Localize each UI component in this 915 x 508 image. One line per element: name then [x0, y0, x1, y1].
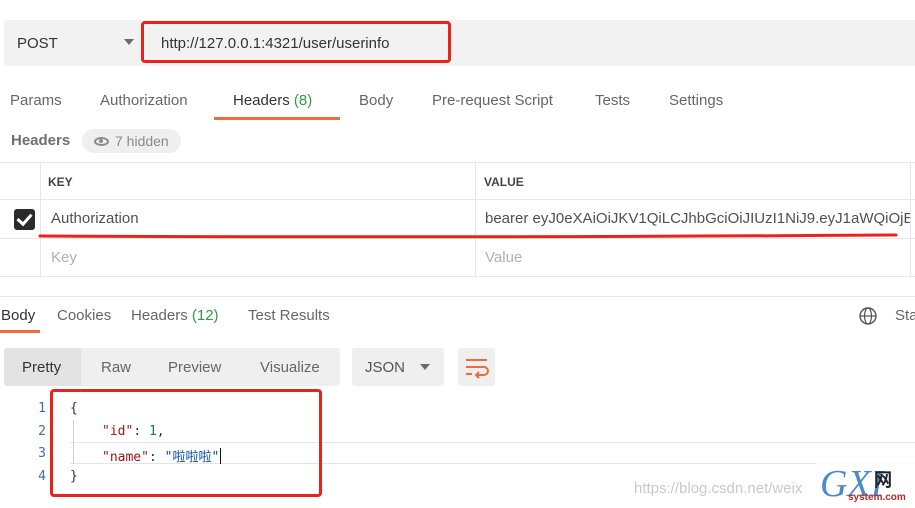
method-select[interactable]: POST — [4, 20, 144, 66]
response-tab-test-results[interactable]: Test Results — [248, 307, 330, 324]
tab-label: Headers — [131, 307, 188, 324]
hidden-headers-toggle[interactable]: 7 hidden — [82, 129, 181, 153]
tab-count: (12) — [191, 307, 219, 324]
code-line: "id": 1, — [102, 424, 165, 439]
site-logo: GXI 网 system.com — [816, 462, 915, 508]
logo-net: 网 — [874, 470, 892, 490]
new-key-field[interactable]: Key — [51, 249, 77, 266]
wrap-lines-button[interactable] — [458, 348, 495, 386]
tab-label: Headers — [233, 92, 290, 109]
header-value-cell[interactable]: bearer eyJ0eXAiOiJKV1QiLCJhbGciOiJIUzI1N… — [485, 210, 910, 227]
response-tab-headers[interactable]: Headers (12) — [131, 307, 219, 324]
value-column-header: VALUE — [484, 175, 524, 189]
code-line: "name": "啦啦啦" — [102, 446, 222, 465]
logo-sub: system.com — [848, 492, 906, 503]
language-label: JSON — [365, 358, 406, 376]
tab-authorization[interactable]: Authorization — [100, 92, 188, 109]
url-text: http://127.0.0.1:4321/user/userinfo — [161, 34, 390, 52]
tab-label: Settings — [669, 92, 724, 109]
hidden-count-label: 7 hidden — [115, 133, 169, 149]
raw-button[interactable]: Raw — [101, 348, 131, 386]
tab-tests[interactable]: Tests — [595, 92, 630, 109]
column-divider — [475, 163, 476, 277]
json-comma: , — [156, 424, 165, 439]
column-divider — [40, 163, 41, 277]
preview-button[interactable]: Preview — [168, 348, 221, 386]
table-row: Authorization bearer eyJ0eXAiOiJKV1QiLCJ… — [0, 200, 915, 239]
header-key-cell[interactable]: Authorization — [51, 210, 139, 227]
line-number: 3 — [38, 446, 46, 461]
table-header-row: KEY VALUE — [0, 163, 915, 200]
brace: { — [70, 401, 78, 416]
json-string: "啦啦啦" — [164, 450, 220, 465]
tab-pre-request-script[interactable]: Pre-request Script — [432, 92, 553, 109]
chevron-down-icon — [420, 364, 430, 370]
response-tab-body[interactable]: Body — [1, 307, 35, 324]
tab-count: (8) — [293, 92, 313, 109]
tab-label: Tests — [595, 92, 631, 109]
headers-section-title: Headers — [11, 132, 71, 149]
format-mode-group: Pretty Raw Preview Visualize — [4, 348, 340, 386]
active-response-tab-indicator — [0, 330, 40, 333]
code-line: { — [70, 401, 78, 416]
response-tab-cookies[interactable]: Cookies — [57, 307, 111, 324]
wrap-lines-icon — [466, 359, 489, 379]
chevron-down-icon — [124, 39, 134, 45]
tab-label: Cookies — [57, 307, 112, 324]
column-divider — [910, 163, 911, 277]
tab-settings[interactable]: Settings — [669, 92, 723, 109]
tab-body[interactable]: Body — [359, 92, 393, 109]
tab-label: Body — [1, 307, 36, 324]
key-column-header: KEY — [48, 175, 73, 189]
code-line: } — [70, 469, 78, 484]
line-number: 1 — [38, 401, 46, 416]
json-separator: : — [133, 424, 149, 439]
globe-icon[interactable] — [858, 306, 878, 326]
json-key: "name" — [102, 450, 149, 465]
tab-label: Test Results — [248, 307, 330, 324]
indent-guide — [73, 420, 74, 464]
tab-label: Authorization — [100, 92, 188, 109]
method-label: POST — [17, 34, 58, 52]
eye-icon — [94, 136, 109, 146]
text-cursor — [220, 448, 222, 464]
pretty-button[interactable]: Pretty — [4, 348, 81, 386]
table-row-new: Key Value — [0, 239, 915, 277]
tab-params[interactable]: Params — [10, 92, 62, 109]
url-input[interactable]: http://127.0.0.1:4321/user/userinfo — [145, 20, 915, 66]
brace: } — [70, 469, 78, 484]
new-value-field[interactable]: Value — [485, 249, 522, 266]
watermark-text: https://blog.csdn.net/weix — [634, 480, 803, 497]
active-tab-indicator — [214, 117, 340, 120]
tab-label: Pre-request Script — [432, 92, 553, 109]
language-select[interactable]: JSON — [352, 348, 444, 386]
headers-table: KEY VALUE Authorization bearer eyJ0eXAiO… — [0, 162, 915, 277]
tab-headers[interactable]: Headers (8) — [233, 92, 312, 109]
json-key: "id" — [102, 424, 134, 439]
response-divider — [0, 296, 915, 297]
json-separator: : — [148, 450, 165, 465]
line-number: 4 — [38, 469, 46, 484]
tab-label: Body — [359, 92, 394, 109]
tab-label: Params — [10, 92, 62, 109]
header-enabled-checkbox[interactable] — [14, 209, 35, 230]
visualize-button[interactable]: Visualize — [260, 348, 320, 386]
json-number: 1 — [148, 424, 157, 439]
line-number: 2 — [38, 424, 46, 439]
status-label: Sta — [895, 307, 915, 324]
